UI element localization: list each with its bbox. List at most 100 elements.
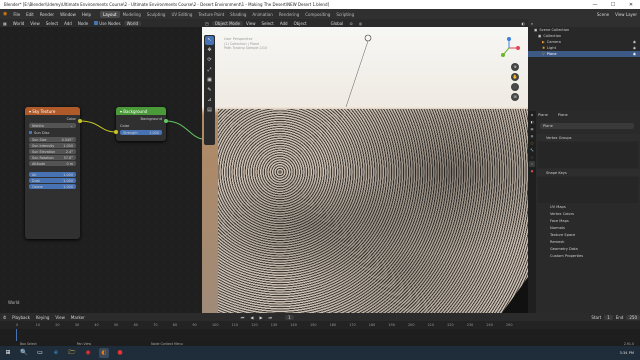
menu-playback[interactable]: Playback <box>9 315 33 320</box>
gizmo-z-handle[interactable] <box>507 37 511 41</box>
transform-tool-icon[interactable]: ▣ <box>205 76 214 85</box>
workspace-tab-rendering[interactable]: Rendering <box>276 11 302 18</box>
sky-node-header[interactable]: ▾ Sky Texture <box>25 107 80 115</box>
ortho-grid-icon[interactable]: ⊞ <box>511 93 519 101</box>
windows-start-icon[interactable]: ⊞ <box>3 348 13 358</box>
jump-start-icon[interactable]: ⏮ <box>238 315 248 320</box>
gizmo-x-handle[interactable] <box>516 46 520 50</box>
annotate-tool-icon[interactable]: ✎ <box>205 86 214 95</box>
sun-intensity-field[interactable]: Sun Intensity 1.000 <box>29 143 76 148</box>
editor-type-icon[interactable]: ⏱ <box>0 315 9 320</box>
menu-add[interactable]: Add <box>61 21 75 26</box>
background-node[interactable]: ▾ Background Background Color Strength 1.… <box>116 107 166 141</box>
rotate-tool-icon[interactable]: ⟳ <box>205 56 214 65</box>
dust-field[interactable]: Dust 1.000 <box>29 178 76 183</box>
section-shape-keys[interactable]: Shape Keys <box>536 169 640 176</box>
background-output-socket[interactable] <box>164 119 168 123</box>
strength-field[interactable]: Strength 1.000 <box>120 130 162 135</box>
workspace-tab-layout[interactable]: Layout <box>99 10 120 18</box>
workspace-tab-animation[interactable]: Animation <box>249 11 275 18</box>
workspace-tab-sculpting[interactable]: Sculpting <box>144 11 169 18</box>
editor-type-icon[interactable]: ▦ <box>0 21 10 26</box>
workspace-tab-compositing[interactable]: Compositing <box>302 11 333 18</box>
file-explorer-icon[interactable]: 🗁 <box>67 348 77 358</box>
air-field[interactable]: Air 1.000 <box>29 172 76 177</box>
menu-help[interactable]: Help <box>79 12 94 17</box>
add-cube-tool-icon[interactable]: ▤ <box>205 106 214 115</box>
shape-keys-list[interactable] <box>538 177 638 203</box>
visibility-eye-icon[interactable]: ◉ <box>633 46 636 50</box>
section-custom-properties[interactable]: Custom Properties <box>536 252 640 259</box>
section-texture-space[interactable]: Texture Space <box>536 231 640 238</box>
select-box-tool-icon[interactable]: ↖ <box>205 36 214 45</box>
outliner-item-plane[interactable]: ▽ Plane ◉ <box>528 51 640 57</box>
background-node-header[interactable]: ▾ Background <box>116 107 166 115</box>
3d-viewport[interactable]: User Perspective (1) Collection | Plane … <box>202 27 528 313</box>
ozone-field[interactable]: Ozone 1.000 <box>29 184 76 189</box>
sun-size-field[interactable]: Sun Size 0.545° <box>29 137 76 142</box>
sun-disc-checkbox[interactable]: Sun Disc <box>25 129 80 136</box>
navigation-gizmo[interactable] <box>498 37 520 59</box>
world-tab-icon[interactable]: ◍ <box>529 133 535 139</box>
pan-hand-icon[interactable]: ✋ <box>511 73 519 81</box>
menu-file[interactable]: File <box>10 12 23 17</box>
timeline-track[interactable] <box>0 329 640 341</box>
close-button[interactable]: ✕ <box>622 2 640 8</box>
outliner-filter-icon[interactable]: ⌕ <box>531 21 533 26</box>
use-nodes-checkbox[interactable]: Use Nodes <box>91 21 123 26</box>
measure-tool-icon[interactable]: ⊿ <box>205 96 214 105</box>
sky-type-dropdown[interactable]: Nishita ⌄ <box>29 123 76 128</box>
task-view-icon[interactable]: ▭ <box>35 348 45 358</box>
play-icon[interactable]: ▶ <box>256 315 265 320</box>
mode-selector[interactable]: Object Mode <box>211 20 243 26</box>
blender-taskbar-icon[interactable]: ◐ <box>99 348 109 358</box>
blender-logo-icon[interactable]: ◉ <box>0 11 10 17</box>
workspace-tab-scripting[interactable]: Scripting <box>333 11 357 18</box>
sun-rotation-field[interactable]: Sun Rotation 57.8° <box>29 155 76 160</box>
menu-add[interactable]: Add <box>277 21 291 26</box>
visibility-eye-icon[interactable]: ◉ <box>633 52 636 56</box>
edge-browser-icon[interactable]: e <box>51 348 61 358</box>
menu-view[interactable]: View <box>243 21 259 26</box>
start-frame-field[interactable]: 1 <box>604 314 613 320</box>
scene-selector[interactable]: Scene <box>594 12 612 17</box>
sky-color-output-socket[interactable] <box>78 119 82 123</box>
play-reverse-icon[interactable]: ◀ <box>247 315 256 320</box>
workspace-tab-uv-editing[interactable]: UV Editing <box>168 11 195 18</box>
move-tool-icon[interactable]: ✥ <box>205 46 214 55</box>
section-vertex-groups[interactable]: Vertex Groups <box>536 134 640 141</box>
mesh-data-tab-icon[interactable]: ▽ <box>529 161 535 167</box>
timeline-ruler[interactable]: 0 10 20 30 40 50 60 70 80 90 100 110 120 130 140 150 160… <box>0 321 640 329</box>
menu-keying[interactable]: Keying <box>33 315 52 320</box>
editor-type-icon[interactable]: ◳ <box>202 21 212 26</box>
app-icon[interactable]: ◉ <box>83 348 93 358</box>
snap-icon[interactable]: ⊙ <box>346 21 355 26</box>
node-editor-canvas[interactable]: ▾ Sky Texture Color Nishita ⌄ Sun Disc Su… <box>0 27 202 313</box>
menu-object[interactable]: Object <box>291 21 310 26</box>
section-face-maps[interactable]: Face Maps <box>536 217 640 224</box>
workspace-tab-texture-paint[interactable]: Texture Paint <box>195 11 227 18</box>
visibility-eye-icon[interactable]: ◉ <box>633 40 636 44</box>
object-tab-icon[interactable]: ▢ <box>529 140 535 146</box>
vertex-groups-list[interactable] <box>538 142 638 168</box>
section-vertex-colors[interactable]: Vertex Colors <box>536 210 640 217</box>
camera-view-icon[interactable]: 🎥 <box>511 83 519 91</box>
world-datablock-field[interactable]: World <box>123 20 142 26</box>
transform-orientation[interactable]: Global <box>328 21 347 26</box>
workspace-tab-modeling[interactable]: Modeling <box>120 11 144 18</box>
output-tab-icon[interactable]: ▤ <box>529 126 535 132</box>
maximize-button[interactable]: ☐ <box>604 2 622 8</box>
menu-window[interactable]: Window <box>57 12 79 17</box>
jump-end-icon[interactable]: ⏭ <box>266 315 276 320</box>
menu-node[interactable]: Node <box>75 21 91 26</box>
playhead[interactable] <box>16 329 17 341</box>
menu-select[interactable]: Select <box>258 21 276 26</box>
shader-type-select[interactable]: World <box>10 21 27 26</box>
proportional-edit-icon[interactable]: ◎ <box>356 21 366 26</box>
menu-view[interactable]: View <box>27 21 43 26</box>
gizmo-y-handle[interactable] <box>501 53 505 57</box>
viewport-shading-icon[interactable]: ◐ <box>519 21 529 26</box>
menu-marker[interactable]: Marker <box>68 315 88 320</box>
background-color-input-socket[interactable] <box>114 130 118 134</box>
physics-tab-icon[interactable]: ◌ <box>529 154 535 160</box>
